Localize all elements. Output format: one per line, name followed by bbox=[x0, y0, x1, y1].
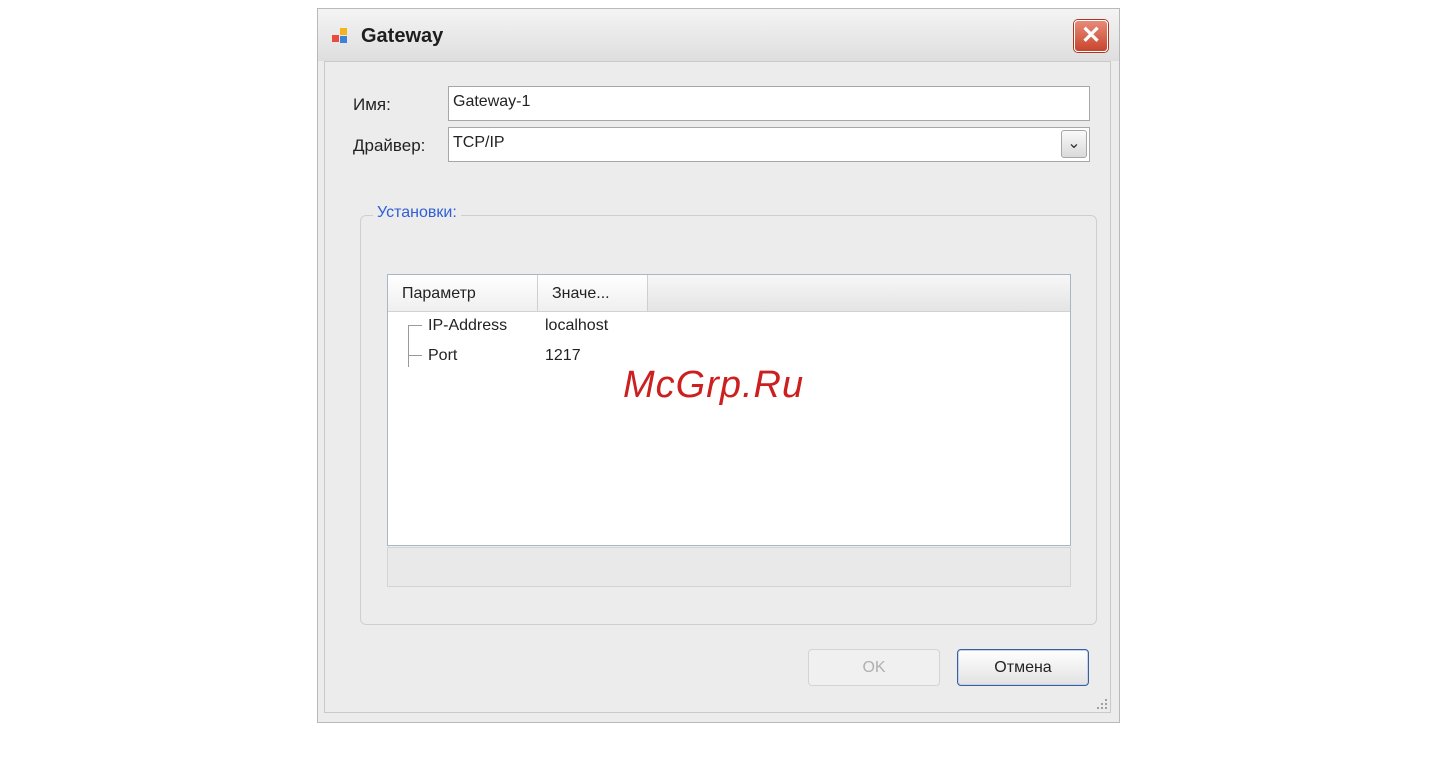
driver-label: Драйвер: bbox=[353, 136, 426, 155]
list-header: Параметр Значе... bbox=[388, 275, 1070, 312]
dropdown-button[interactable]: ⌄ bbox=[1061, 130, 1087, 158]
tree-connector bbox=[408, 325, 422, 326]
column-header-parameter[interactable]: Параметр bbox=[388, 275, 538, 311]
app-icon bbox=[332, 28, 347, 43]
close-icon: ✕ bbox=[1080, 22, 1102, 49]
parameter-value: 1217 bbox=[545, 347, 581, 364]
resize-grip-icon[interactable] bbox=[1096, 698, 1108, 710]
title-bar[interactable]: Gateway ✕ bbox=[318, 9, 1119, 61]
chevron-down-icon: ⌄ bbox=[1067, 135, 1081, 152]
settings-list[interactable]: Параметр Значе... IP-Address localhost P… bbox=[387, 274, 1071, 546]
settings-group-title: Установки: bbox=[373, 204, 461, 222]
driver-select-value: TCP/IP bbox=[453, 134, 505, 151]
window-title: Gateway bbox=[361, 25, 444, 47]
settings-group: Установки: Параметр Значе... IP-Address … bbox=[360, 204, 1097, 625]
close-button[interactable]: ✕ bbox=[1074, 20, 1108, 52]
name-label: Имя: bbox=[353, 95, 391, 114]
list-item[interactable]: IP-Address localhost bbox=[388, 313, 1070, 367]
parameter-value: localhost bbox=[545, 317, 609, 334]
driver-select[interactable]: TCP/IP ⌄ bbox=[448, 127, 1090, 162]
name-input[interactable]: Gateway-1 bbox=[448, 86, 1090, 121]
name-input-value: Gateway-1 bbox=[453, 93, 531, 110]
watermark-text: McGrp.Ru bbox=[623, 364, 805, 406]
ok-button[interactable]: OK bbox=[808, 649, 940, 686]
cancel-button[interactable]: Отмена bbox=[957, 649, 1089, 686]
parameter-name: Port bbox=[428, 347, 458, 364]
list-status-strip bbox=[387, 547, 1071, 587]
tree-connector bbox=[408, 355, 422, 356]
parameter-name: IP-Address bbox=[428, 317, 508, 334]
column-header-value[interactable]: Значе... bbox=[538, 275, 648, 311]
